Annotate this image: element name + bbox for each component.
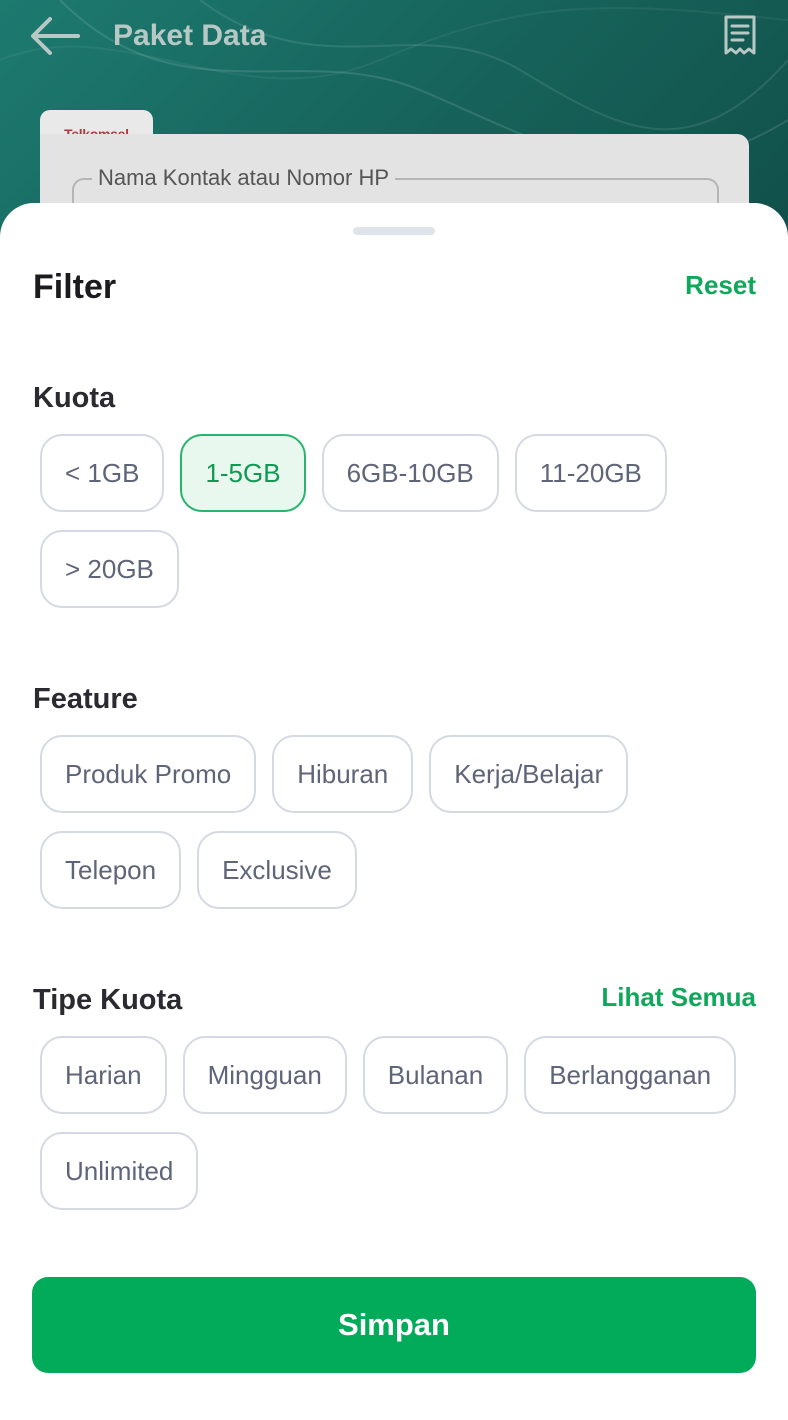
filter-title: Filter [33, 268, 117, 306]
chip-tipe-berlangganan[interactable]: Berlangganan [524, 1036, 737, 1114]
section-title-feature: Feature [33, 683, 138, 715]
chip-tipe-mingguan[interactable]: Mingguan [182, 1036, 347, 1114]
chip-tipe-unlimited[interactable]: Unlimited [40, 1132, 199, 1210]
filter-bottom-sheet: Filter Reset Kuota < 1GB 1-5GB 6GB-10GB … [0, 203, 788, 1420]
screen: Paket Data Telkomsel Nama Kontak atau No… [0, 0, 788, 1420]
section-title-kuota: Kuota [33, 382, 116, 414]
chip-feature-exclusive[interactable]: Exclusive [197, 831, 357, 909]
back-button[interactable] [26, 12, 84, 60]
section-title-tipe-kuota: Tipe Kuota [33, 984, 183, 1016]
phone-number-field-label: Nama Kontak atau Nomor HP [92, 164, 396, 192]
tipe-kuota-options: Harian Mingguan Bulanan Berlangganan Unl… [40, 1036, 760, 1210]
chip-tipe-bulanan[interactable]: Bulanan [362, 1036, 509, 1114]
chip-feature-hiburan[interactable]: Hiburan [272, 735, 414, 813]
chip-feature-produk-promo[interactable]: Produk Promo [40, 735, 257, 813]
chip-feature-telepon[interactable]: Telepon [40, 831, 182, 909]
drag-handle[interactable] [353, 227, 435, 235]
see-all-button[interactable]: Lihat Semua [601, 979, 756, 1015]
kuota-options: < 1GB 1-5GB 6GB-10GB 11-20GB > 20GB [40, 434, 760, 608]
chip-kuota-under-1gb[interactable]: < 1GB [40, 434, 165, 512]
chip-kuota-over-20gb[interactable]: > 20GB [40, 530, 179, 608]
chip-kuota-11-20gb[interactable]: 11-20GB [514, 434, 667, 512]
page-title: Paket Data [113, 19, 267, 52]
arrow-left-icon [31, 17, 80, 55]
save-button[interactable]: Simpan [32, 1277, 756, 1373]
reset-button[interactable]: Reset [685, 267, 756, 303]
feature-options: Produk Promo Hiburan Kerja/Belajar Telep… [40, 735, 760, 909]
chip-tipe-harian[interactable]: Harian [40, 1036, 167, 1114]
chip-kuota-1-5gb[interactable]: 1-5GB [180, 434, 306, 512]
chip-feature-kerja-belajar[interactable]: Kerja/Belajar [429, 735, 629, 813]
transaction-history-button[interactable] [718, 10, 762, 60]
chip-kuota-6-10gb[interactable]: 6GB-10GB [321, 434, 499, 512]
receipt-icon [724, 15, 756, 55]
